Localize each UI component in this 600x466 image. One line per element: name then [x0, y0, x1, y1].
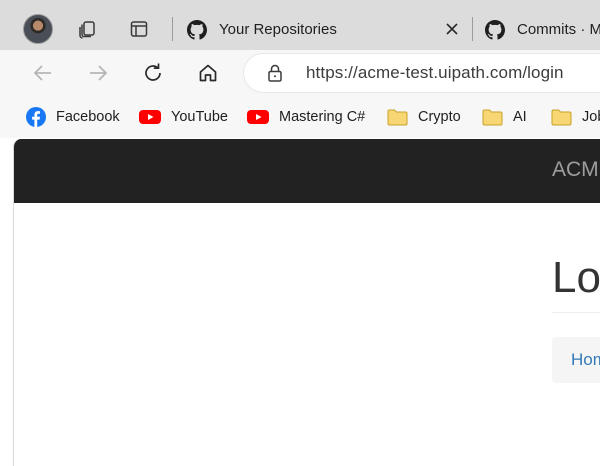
bookmark-label: Crypto	[418, 109, 461, 125]
bookmark-folder-crypto[interactable]: Crypto	[387, 106, 461, 128]
bookmark-label: YouTube	[171, 109, 228, 125]
vertical-tabs-button[interactable]	[122, 13, 156, 45]
refresh-icon	[145, 63, 161, 81]
close-icon	[446, 23, 458, 35]
refresh-button[interactable]	[138, 58, 168, 88]
folder-icon	[551, 108, 572, 126]
tab-close-button[interactable]	[442, 19, 462, 39]
page-viewport: ACM Lo Hom	[13, 139, 600, 466]
sidebar-layout-icon	[130, 21, 148, 37]
browser-toolbar: https://acme-test.uipath.com/login	[0, 50, 600, 95]
facebook-icon	[26, 107, 46, 127]
workspaces-icon	[79, 21, 95, 39]
address-bar[interactable]: https://acme-test.uipath.com/login	[244, 54, 600, 92]
workspaces-button[interactable]	[70, 13, 104, 45]
arrow-left-icon	[33, 65, 51, 81]
bookmark-mastering-csharp[interactable]: Mastering C#	[247, 106, 365, 128]
site-brand-link[interactable]: ACM	[552, 158, 599, 182]
bookmark-label: Job	[582, 109, 600, 125]
youtube-icon	[247, 109, 269, 125]
home-button[interactable]	[193, 58, 223, 88]
bookmark-label: Facebook	[56, 109, 120, 125]
bookmark-label: Mastering C#	[279, 109, 366, 125]
bookmark-facebook[interactable]: Facebook	[26, 106, 120, 128]
bookmark-label: AI	[513, 109, 527, 125]
forward-button[interactable]	[83, 58, 113, 88]
folder-icon	[482, 108, 503, 126]
github-icon	[187, 19, 207, 40]
tab-separator	[172, 17, 173, 41]
tab-strip: Your Repositories Commits · M	[0, 0, 600, 50]
tab-title: Your Repositories	[219, 21, 337, 38]
youtube-icon	[139, 109, 161, 125]
bookmark-folder-ai[interactable]: AI	[482, 106, 527, 128]
profile-avatar[interactable]	[23, 14, 53, 44]
bookmarks-bar: Facebook YouTube Mastering C# Crypto AI …	[0, 95, 600, 138]
bookmark-folder-job[interactable]: Job	[551, 106, 600, 128]
page-title: Lo	[552, 253, 600, 302]
tab-separator	[472, 17, 473, 41]
bookmark-youtube[interactable]: YouTube	[139, 106, 228, 128]
home-icon	[199, 64, 217, 82]
url-text: https://acme-test.uipath.com/login	[306, 63, 564, 82]
tab-your-repositories[interactable]: Your Repositories	[187, 9, 337, 50]
breadcrumb-home-link[interactable]: Hom	[571, 350, 600, 370]
github-icon	[485, 19, 505, 40]
folder-icon	[387, 108, 408, 126]
arrow-right-icon	[90, 65, 108, 81]
back-button[interactable]	[28, 58, 58, 88]
tab-commits[interactable]: Commits · M	[485, 9, 600, 50]
site-navbar: ACM	[14, 139, 600, 203]
lock-icon	[268, 64, 282, 82]
breadcrumb: Hom	[552, 337, 600, 383]
title-divider	[552, 312, 600, 313]
tab-title: Commits · M	[517, 21, 600, 38]
